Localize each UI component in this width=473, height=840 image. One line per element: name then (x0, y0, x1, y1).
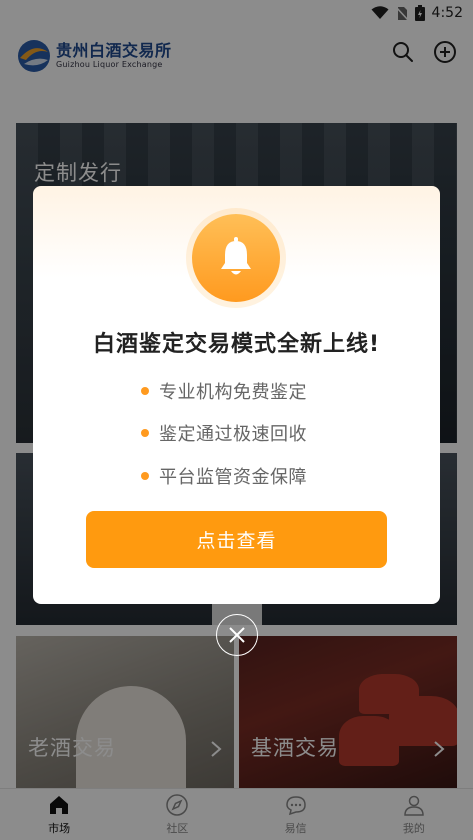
bullet-dot (141, 429, 149, 437)
feature-item: 专业机构免费鉴定 (141, 378, 307, 404)
modal-title: 白酒鉴定交易模式全新上线! (92, 332, 381, 357)
announcement-modal: 白酒鉴定交易模式全新上线! 专业机构免费鉴定 鉴定通过极速回收 平台监管资金保障… (33, 186, 440, 604)
close-icon (229, 627, 245, 643)
bullet-dot (141, 472, 149, 480)
bell-icon (221, 237, 251, 275)
feature-text: 鉴定通过极速回收 (159, 424, 307, 445)
modal-close-button[interactable] (216, 614, 258, 656)
feature-item: 平台监管资金保障 (141, 463, 307, 489)
bullet-dot (141, 387, 149, 395)
feature-item: 鉴定通过极速回收 (141, 420, 307, 446)
view-details-button[interactable]: 点击查看 (86, 511, 387, 568)
feature-text: 平台监管资金保障 (159, 467, 307, 488)
feature-text: 专业机构免费鉴定 (159, 382, 307, 403)
bell-badge (192, 214, 280, 302)
